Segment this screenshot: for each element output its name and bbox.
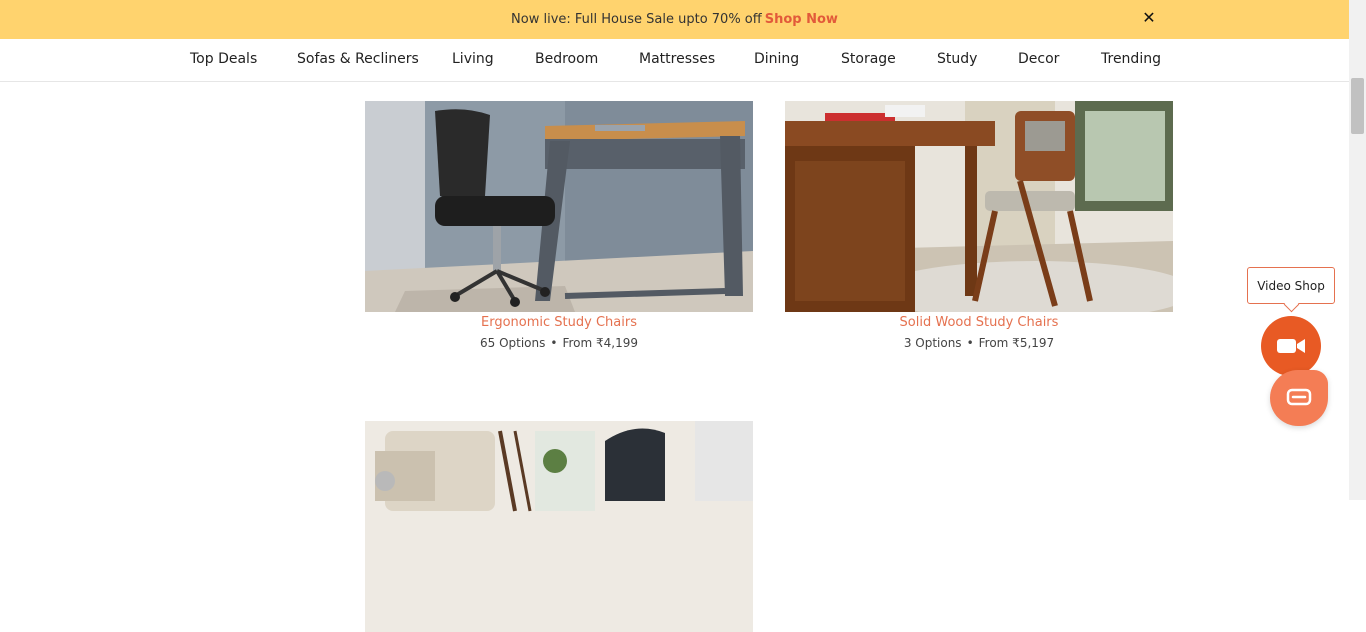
nav-item-study[interactable]: Study [937,51,977,67]
nav-item-trending[interactable]: Trending [1101,51,1161,67]
product-meta: 65 Options • From ₹4,199 [479,336,638,350]
chat-button[interactable] [1270,370,1328,426]
product-meta: 3 Options • From ₹5,197 [903,336,1055,350]
product-options: 3 Options [903,336,962,350]
product-price: From ₹5,197 [978,336,1055,350]
product-image-ergonomic-chair[interactable] [365,101,753,312]
product-price: From ₹4,199 [562,336,638,350]
product-card[interactable] [365,421,753,632]
shop-now-link[interactable]: Shop Now [765,12,838,27]
close-icon[interactable]: ✕ [1140,9,1158,27]
category-nav: Top Deals Sofas & Recliners Living Bedro… [0,39,1349,82]
nav-item-storage[interactable]: Storage [841,51,896,67]
nav-item-bedroom[interactable]: Bedroom [535,51,598,67]
promo-banner: Now live: Full House Sale upto 70% off S… [0,0,1349,39]
video-shop-label: Video Shop [1257,278,1325,293]
product-title[interactable]: Solid Wood Study Chairs [785,315,1173,330]
product-card[interactable]: Ergonomic Study Chairs 65 Options • From ₹… [365,101,753,350]
nav-item-mattresses[interactable]: Mattresses [639,51,715,67]
nav-item-living[interactable]: Living [452,51,494,67]
product-card[interactable]: Solid Wood Study Chairs 3 Options • From ₹… [785,101,1173,350]
video-camera-icon [1277,339,1305,353]
product-image-modern-chair[interactable] [365,421,753,632]
scrollbar-thumb[interactable] [1351,78,1364,134]
product-options: 65 Options [479,336,546,350]
promo-text: Now live: Full House Sale upto 70% off [511,12,762,27]
chat-icon [1286,388,1312,406]
nav-item-decor[interactable]: Decor [1018,51,1059,67]
video-shop-tooltip[interactable]: Video Shop [1247,267,1335,304]
page-scrollbar[interactable] [1349,0,1366,500]
video-shop-button[interactable] [1261,316,1321,376]
product-title[interactable]: Ergonomic Study Chairs [365,315,753,330]
nav-item-dining[interactable]: Dining [754,51,799,67]
nav-item-top-deals[interactable]: Top Deals [190,51,257,67]
product-image-solid-wood-chair[interactable] [785,101,1173,312]
nav-item-sofas-recliners[interactable]: Sofas & Recliners [297,51,419,67]
